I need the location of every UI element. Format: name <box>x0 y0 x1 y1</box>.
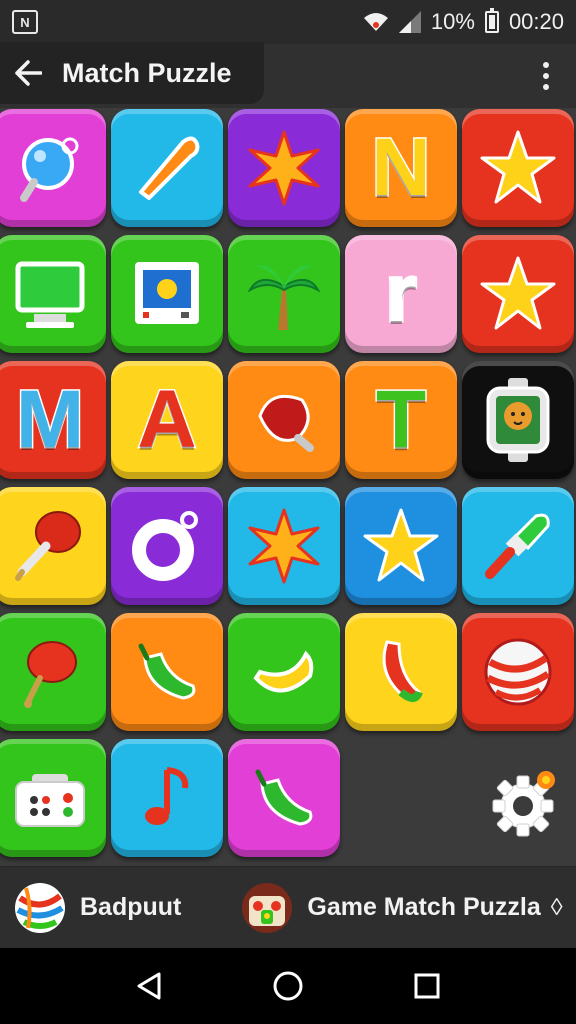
back-button[interactable] <box>0 45 56 101</box>
tile-lantern-pin[interactable] <box>0 487 106 605</box>
ring-icon <box>132 511 198 581</box>
palm-tree-icon <box>247 265 321 330</box>
status-indicators: 10% 00:20 <box>363 8 564 35</box>
lantern-icon <box>24 641 77 708</box>
tile-paint-brush[interactable] <box>462 487 574 605</box>
balloon-icon <box>20 137 79 202</box>
boomerang-icon <box>139 136 200 200</box>
system-nav-bar <box>0 948 576 1024</box>
footer-item-label: Game Match Puzzla <box>307 893 541 921</box>
tile-boomerang[interactable] <box>111 109 223 227</box>
tile-seed[interactable] <box>228 361 340 479</box>
tile-monitor[interactable] <box>0 235 106 353</box>
starburst-icon <box>248 508 320 584</box>
tile-letter-t[interactable]: T <box>345 361 457 479</box>
empty-slot <box>345 739 457 857</box>
wifi-icon <box>363 13 388 31</box>
footer-item-game-match[interactable]: Game Match Puzzla ◊ <box>227 867 563 949</box>
tile-letter: r <box>384 248 419 339</box>
paint-brush-icon <box>485 513 550 579</box>
chevron-icon: ◊ <box>550 893 563 921</box>
notification-app-icon: N <box>12 10 38 34</box>
tile-orange-burst[interactable] <box>228 487 340 605</box>
tile-photo-frame[interactable] <box>111 235 223 353</box>
tile-banana-pepper[interactable] <box>228 739 340 857</box>
more-vert-icon <box>543 62 549 68</box>
pepper-icon <box>255 769 313 826</box>
tile-letter-m[interactable]: M <box>0 361 106 479</box>
status-bar: N 10% 00:20 <box>0 0 576 44</box>
tile-candy-ball[interactable] <box>462 613 574 731</box>
footer-item-label: Badpuut <box>80 893 182 921</box>
tile-game-controller[interactable] <box>0 739 106 857</box>
pepper-icon <box>138 643 196 700</box>
tiger-watch-icon <box>486 378 550 462</box>
tile-ring[interactable] <box>111 487 223 605</box>
starburst-icon <box>248 130 320 206</box>
gamepad-icon <box>15 774 85 827</box>
candy-ball-icon <box>484 638 552 706</box>
status-time: 00:20 <box>508 9 564 34</box>
chili-icon <box>382 640 423 702</box>
title-pill: Match Puzzle <box>0 42 264 104</box>
more-vert-dot <box>543 84 549 90</box>
overflow-menu-button[interactable] <box>528 56 564 96</box>
settings-button[interactable] <box>486 764 564 842</box>
tile-letter-r[interactable]: r <box>345 235 457 353</box>
tile-letter-a[interactable]: A <box>111 361 223 479</box>
battery-percent: 10% <box>430 9 475 34</box>
footer-bar: Badpuut Game Match Puzzla ◊ <box>0 866 576 948</box>
monitor-icon <box>15 261 85 328</box>
star-icon <box>480 130 556 204</box>
star-icon <box>480 256 556 330</box>
signal-icon <box>398 11 421 33</box>
nav-back-button[interactable] <box>119 956 179 1016</box>
photo-frame-icon <box>135 262 199 324</box>
banana-icon <box>253 650 314 693</box>
nav-home-icon <box>273 971 303 1001</box>
tile-pepper[interactable] <box>111 613 223 731</box>
tile-grid: Nr MA T <box>0 109 576 859</box>
app-bar: Match Puzzle <box>0 42 576 108</box>
page-title: Match Puzzle <box>62 57 232 88</box>
arrow-left-icon <box>15 60 42 86</box>
candy-ball-avatar <box>14 882 66 934</box>
tile-letter: N <box>370 122 432 213</box>
seed-icon <box>258 395 314 452</box>
more-vert-dot <box>543 73 549 79</box>
music-note-icon <box>145 767 189 825</box>
tile-banana[interactable] <box>228 613 340 731</box>
nav-recents-icon <box>414 973 440 999</box>
nav-back-icon <box>137 972 161 1000</box>
tile-lantern[interactable] <box>0 613 106 731</box>
tile-letter-n[interactable]: N <box>345 109 457 227</box>
nav-recents-button[interactable] <box>397 956 457 1016</box>
tile-letter: M <box>14 374 85 465</box>
star-icon <box>363 508 439 582</box>
battery-icon <box>484 8 499 33</box>
tile-music-note[interactable] <box>111 739 223 857</box>
tile-yellow-star[interactable] <box>462 235 574 353</box>
footer-item-badpuut[interactable]: Badpuut <box>0 867 181 949</box>
tile-balloon[interactable] <box>0 109 106 227</box>
screen: N 10% 00:20 Match Puzzle N r M A T Badpu… <box>0 0 576 1024</box>
tile-tiger-watch[interactable] <box>462 361 574 479</box>
tile-letter: T <box>374 374 427 465</box>
tile-chili[interactable] <box>345 613 457 731</box>
tile-letter: A <box>136 374 198 465</box>
tile-star-burst[interactable] <box>228 109 340 227</box>
tile-blue-star[interactable] <box>462 109 574 227</box>
tile-palm-tree[interactable] <box>228 235 340 353</box>
gear-icon <box>492 771 555 837</box>
game-avatar <box>241 882 293 934</box>
tile-gold-star[interactable] <box>345 487 457 605</box>
nav-home-button[interactable] <box>258 956 318 1016</box>
pin-icon <box>15 511 81 581</box>
